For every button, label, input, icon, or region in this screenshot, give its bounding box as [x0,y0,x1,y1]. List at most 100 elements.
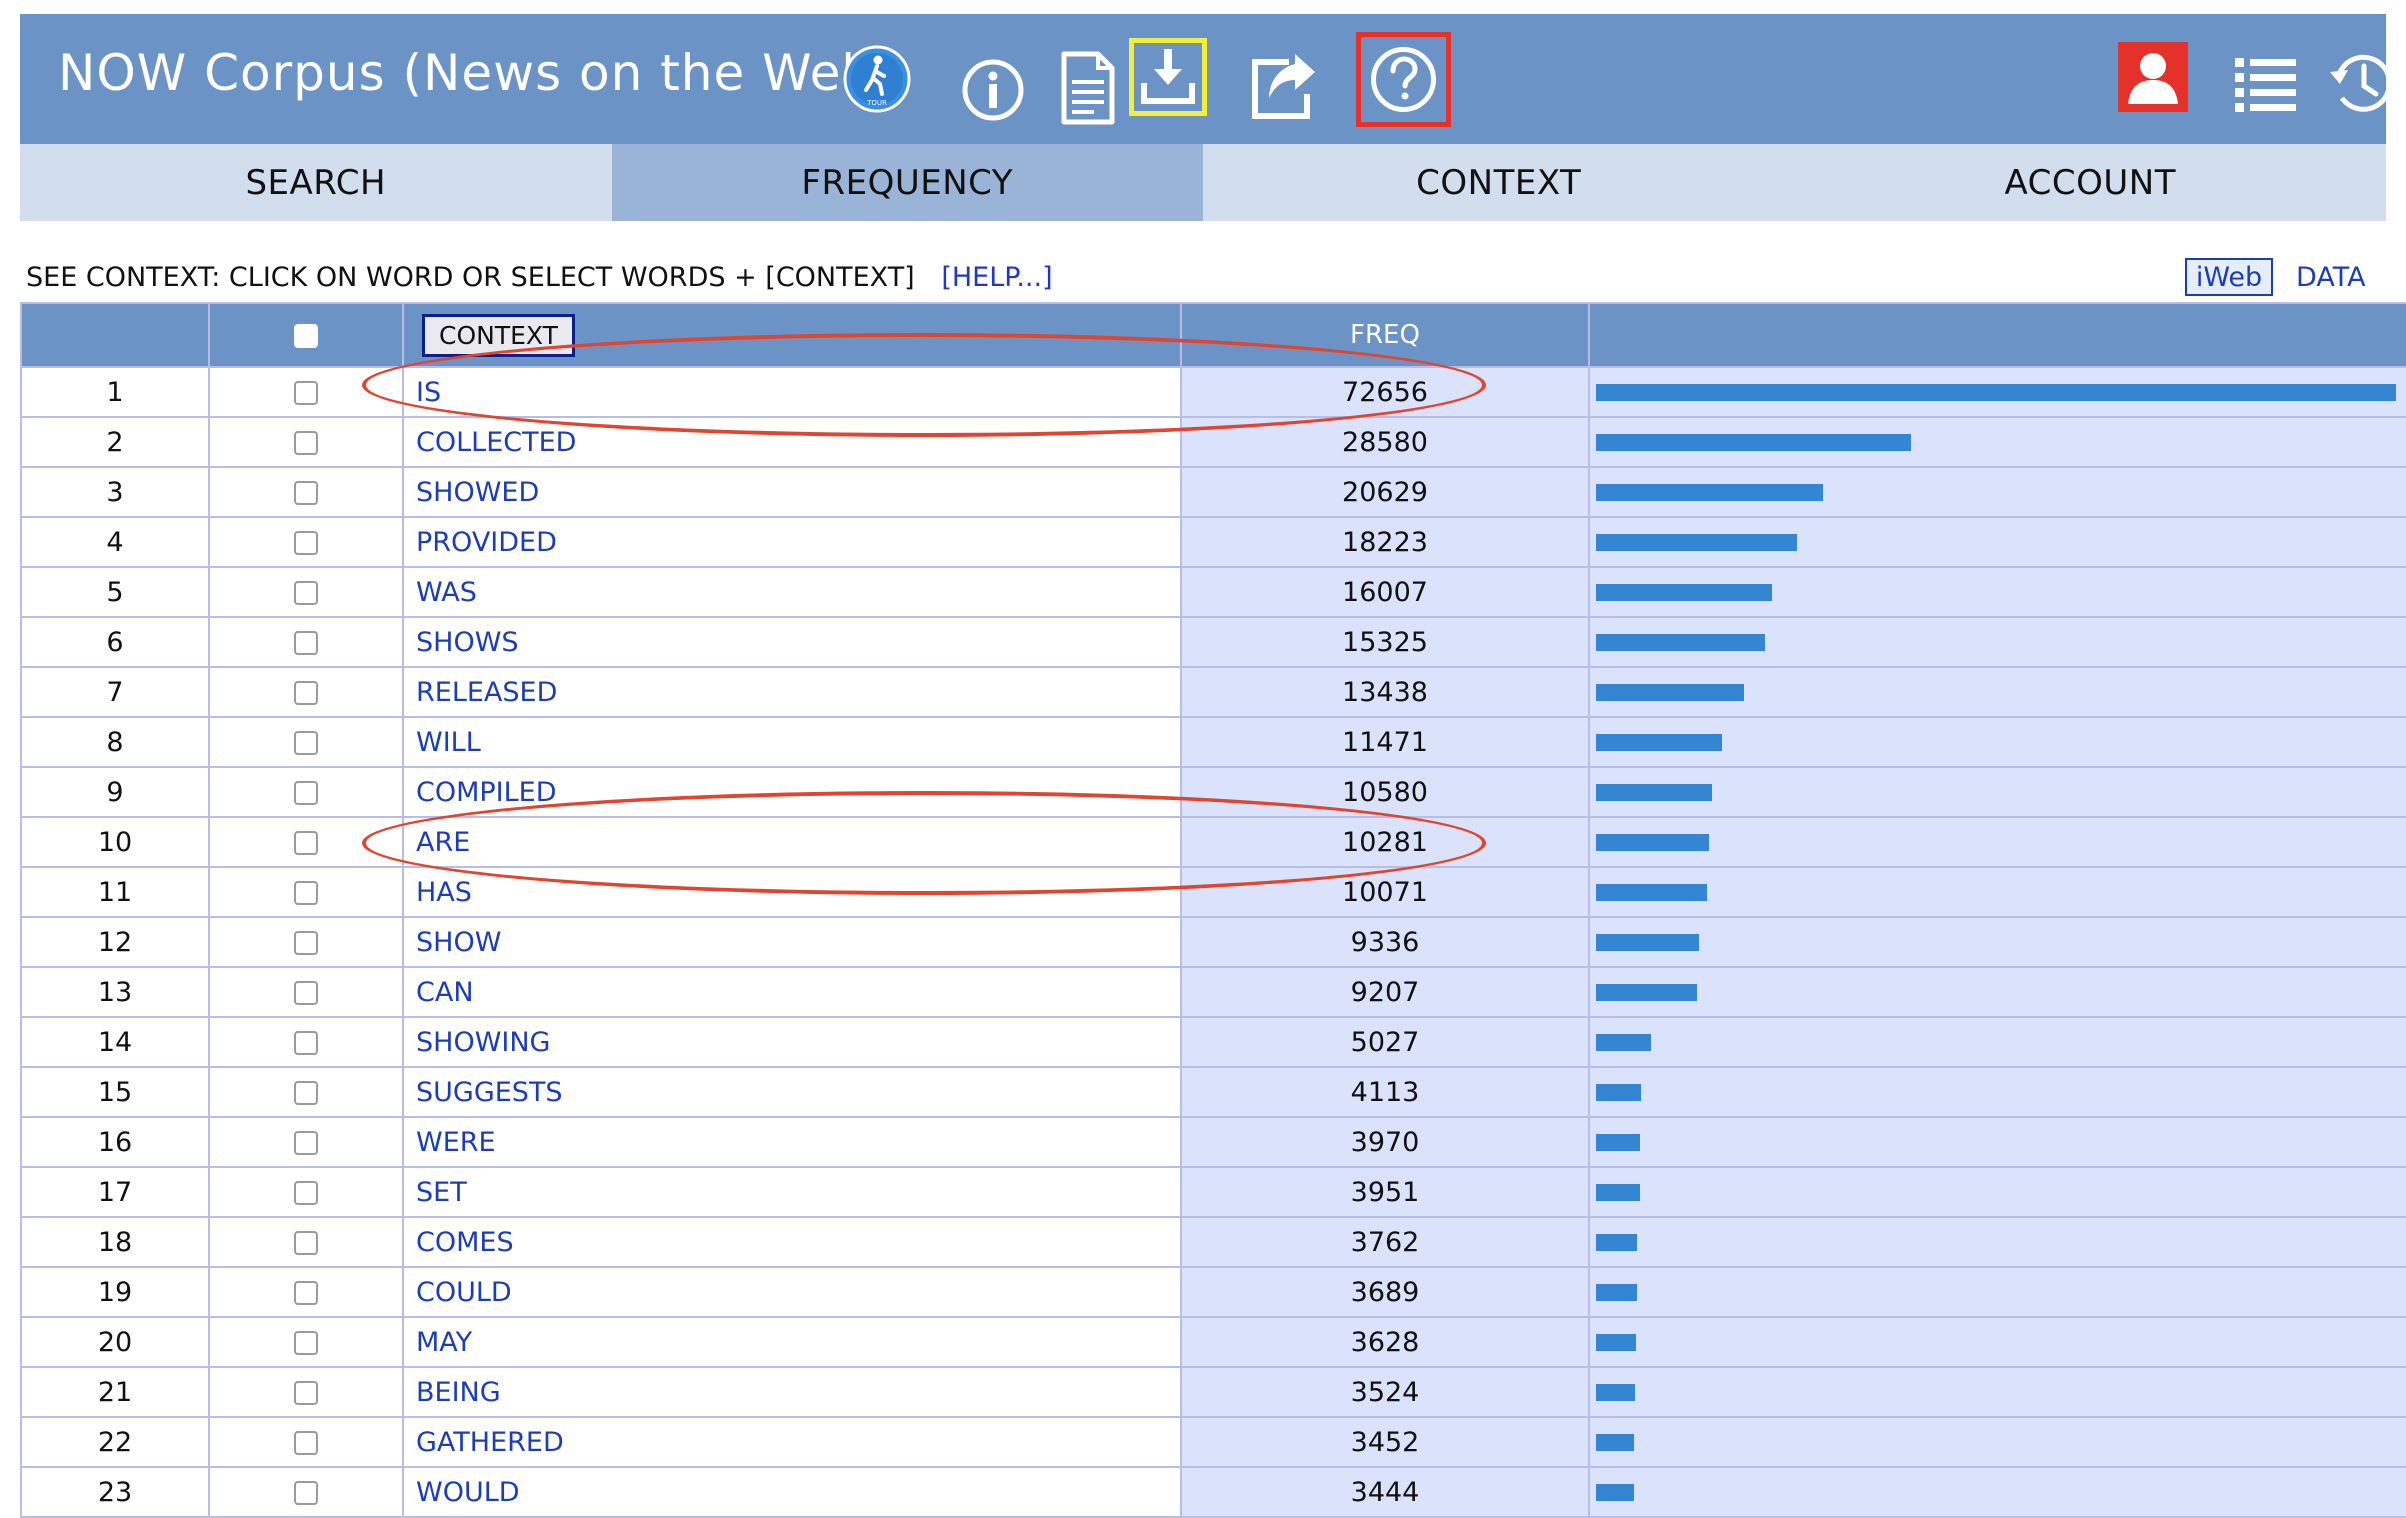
row-checkbox[interactable] [294,1331,318,1355]
word-link[interactable]: WERE [416,1127,496,1158]
row-checkbox[interactable] [294,1031,318,1055]
bar-cell [1588,816,2406,868]
row-checkbox[interactable] [294,981,318,1005]
rank-cell: 5 [20,566,210,618]
select-all-checkbox[interactable] [294,323,318,348]
freq-cell: 13438 [1180,666,1590,718]
rank-cell: 19 [20,1266,210,1318]
word-link[interactable]: WOULD [416,1477,520,1508]
word-link[interactable]: SHOWED [416,477,539,508]
rank-cell: 4 [20,516,210,568]
row-checkbox[interactable] [294,1431,318,1455]
word-link[interactable]: SUGGESTS [416,1077,563,1108]
row-checkbox[interactable] [294,1181,318,1205]
bar-cell [1588,1016,2406,1068]
freq-bar [1596,1333,1636,1351]
freq-bar [1596,383,2396,401]
table-row: 21 BEING 3524 [20,1366,2406,1418]
row-checkbox[interactable] [294,681,318,705]
word-link[interactable]: WAS [416,577,477,608]
select-cell [208,766,404,818]
word-link[interactable]: HAS [416,877,472,908]
row-checkbox[interactable] [294,1231,318,1255]
word-link[interactable]: COMPILED [416,777,557,808]
share-icon[interactable] [1245,50,1319,124]
word-link[interactable]: MAY [416,1327,472,1358]
rank-cell: 14 [20,1016,210,1068]
word-link[interactable]: RELEASED [416,677,557,708]
bar-cell [1588,516,2406,568]
tour-icon[interactable]: TOUR [842,44,912,114]
table-row: 3 SHOWED 20629 [20,466,2406,518]
freq-cell: 3444 [1180,1466,1590,1518]
rank-cell: 20 [20,1316,210,1368]
list-icon[interactable] [2235,54,2297,112]
word-link[interactable]: SET [416,1177,467,1208]
history-icon[interactable] [2326,48,2396,118]
row-checkbox[interactable] [294,1381,318,1405]
select-cell [208,1066,404,1118]
row-checkbox[interactable] [294,531,318,555]
table-row: 18 COMES 3762 [20,1216,2406,1268]
app-title: NOW Corpus (News on the Web) [58,44,895,102]
row-checkbox[interactable] [294,581,318,605]
row-checkbox[interactable] [294,731,318,755]
freq-cell: 3524 [1180,1366,1590,1418]
select-cell [208,1366,404,1418]
user-icon[interactable] [2118,42,2188,112]
row-checkbox[interactable] [294,431,318,455]
row-checkbox[interactable] [294,881,318,905]
row-checkbox[interactable] [294,781,318,805]
tab-context[interactable]: CONTEXT [1203,144,1795,221]
freq-bar [1596,1383,1635,1401]
tab-account[interactable]: ACCOUNT [1795,144,2387,221]
row-checkbox[interactable] [294,1081,318,1105]
select-cell [208,666,404,718]
word-link[interactable]: PROVIDED [416,527,557,558]
bar-cell [1588,1216,2406,1268]
word-link[interactable]: BEING [416,1377,501,1408]
document-icon[interactable] [1058,50,1118,126]
row-checkbox[interactable] [294,1481,318,1505]
word-link[interactable]: WILL [416,727,481,758]
word-link[interactable]: SHOWING [416,1027,550,1058]
row-checkbox[interactable] [294,831,318,855]
table-row: 17 SET 3951 [20,1166,2406,1218]
table-row: 23 WOULD 3444 [20,1466,2406,1518]
word-link[interactable]: COLLECTED [416,427,576,458]
word-link[interactable]: CAN [416,977,474,1008]
rank-cell: 18 [20,1216,210,1268]
word-link[interactable]: COULD [416,1277,512,1308]
bar-cell [1588,716,2406,768]
info-icon[interactable] [961,58,1025,122]
row-checkbox[interactable] [294,1281,318,1305]
help-link[interactable]: [HELP...] [941,262,1052,293]
table-row: 12 SHOW 9336 [20,916,2406,968]
rank-cell: 22 [20,1416,210,1468]
rank-cell: 21 [20,1366,210,1418]
row-checkbox[interactable] [294,481,318,505]
iweb-button[interactable]: iWeb [2185,258,2273,296]
rank-header [20,302,210,368]
freq-bar [1596,1483,1634,1501]
help-icon[interactable] [1356,32,1451,127]
row-checkbox[interactable] [294,931,318,955]
select-cell [208,916,404,968]
tab-frequency[interactable]: FREQUENCY [611,144,1203,221]
table-row: 15 SUGGESTS 4113 [20,1066,2406,1118]
word-link[interactable]: COMES [416,1227,514,1258]
row-checkbox[interactable] [294,1131,318,1155]
select-cell [208,1166,404,1218]
word-link[interactable]: SHOW [416,927,501,958]
word-link[interactable]: GATHERED [416,1427,564,1458]
row-checkbox[interactable] [294,381,318,405]
download-icon[interactable] [1129,38,1207,116]
freq-bar [1596,683,1744,701]
select-cell [208,1116,404,1168]
rank-cell: 10 [20,816,210,868]
tab-search[interactable]: SEARCH [20,144,612,221]
data-link[interactable]: DATA [2296,262,2366,293]
row-checkbox[interactable] [294,631,318,655]
word-link[interactable]: SHOWS [416,627,519,658]
select-cell [208,616,404,668]
